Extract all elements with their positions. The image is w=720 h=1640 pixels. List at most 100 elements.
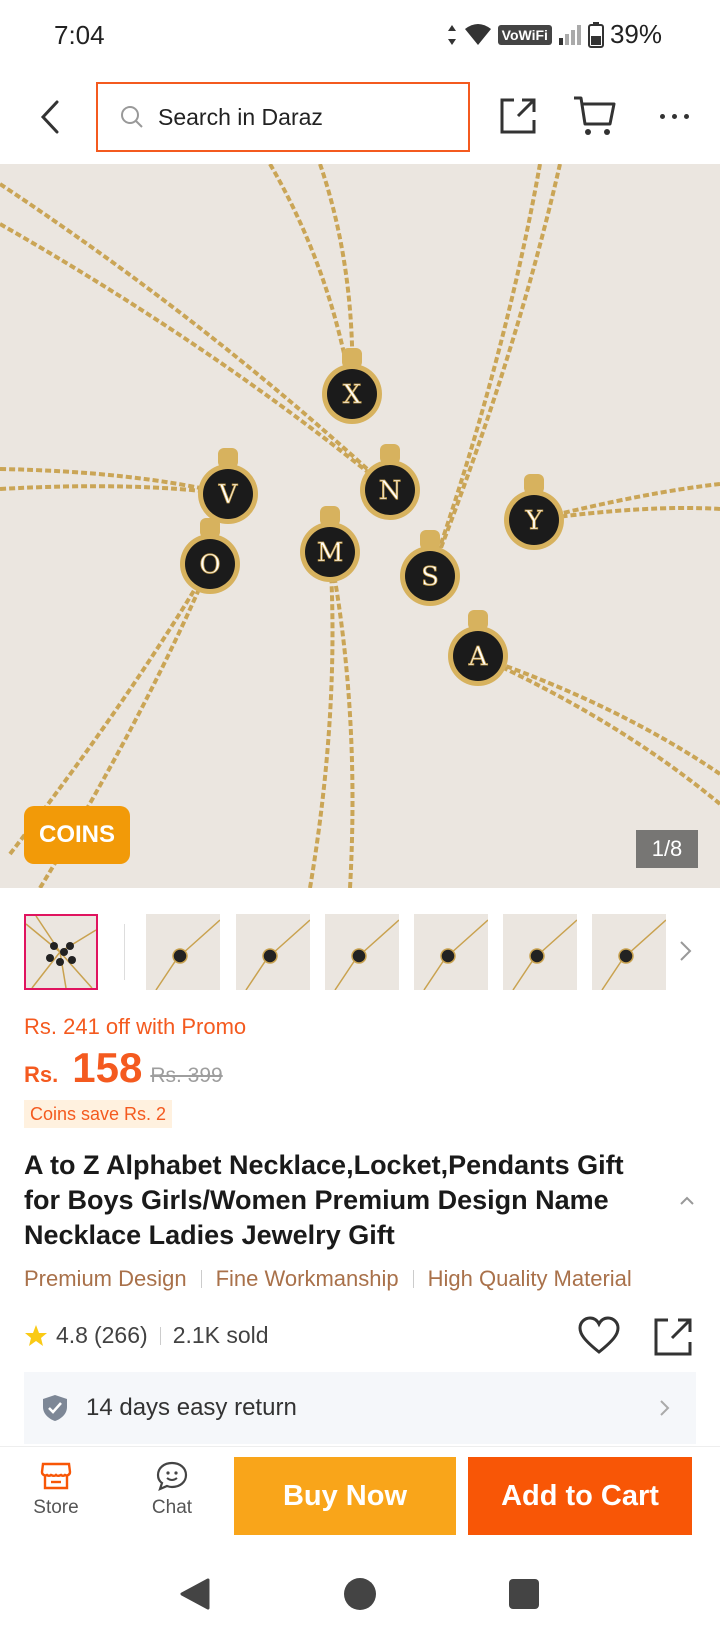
status-icons: VoWiFi 39% bbox=[446, 19, 662, 50]
battery-percent: 39% bbox=[609, 19, 662, 49]
coins-save-badge: Coins save Rs. 2 bbox=[24, 1100, 173, 1128]
letter-pendant: M bbox=[300, 506, 360, 582]
necklace-chain bbox=[477, 654, 720, 806]
search-icon bbox=[121, 106, 143, 128]
thumbnail-strip bbox=[0, 914, 720, 992]
heart-icon bbox=[578, 1316, 620, 1354]
letter-pendant: X bbox=[322, 348, 382, 424]
thumbnail-image bbox=[26, 916, 96, 988]
status-bar: 7:04 VoWiFi 39% bbox=[0, 0, 720, 72]
letter-pendant: N bbox=[360, 444, 420, 520]
tag-divider bbox=[200, 1270, 202, 1288]
thumbnail-image bbox=[245, 919, 310, 990]
nav-home-icon[interactable] bbox=[340, 1574, 380, 1614]
search-placeholder: Search in Daraz bbox=[158, 103, 323, 130]
system-nav-bar bbox=[0, 1548, 720, 1640]
price-row: Rs. 158 Rs. 399 bbox=[24, 1044, 223, 1092]
cell-signal-icon bbox=[558, 24, 581, 45]
current-price: 158 bbox=[72, 1044, 143, 1091]
share-icon bbox=[654, 1318, 692, 1356]
cart-icon bbox=[574, 96, 616, 135]
price-currency: Rs. bbox=[24, 1062, 59, 1087]
product-image: X V N Y O M S A bbox=[0, 164, 720, 888]
more-options-button[interactable] bbox=[652, 94, 696, 138]
chevron-up-icon[interactable] bbox=[676, 1190, 698, 1212]
thumbnail-image bbox=[601, 919, 666, 990]
thumbnail-7[interactable] bbox=[592, 914, 666, 990]
nav-back-icon[interactable] bbox=[174, 1574, 214, 1614]
signal-arrows-icon bbox=[447, 24, 456, 45]
thumbnail-divider bbox=[124, 924, 125, 980]
letter-pendant: V bbox=[198, 448, 258, 524]
svg-text:V: V bbox=[218, 480, 239, 510]
buy-now-button[interactable]: Buy Now bbox=[234, 1457, 456, 1535]
thumbnail-image bbox=[334, 919, 399, 990]
rating-divider bbox=[159, 1326, 161, 1345]
svg-text:O: O bbox=[199, 550, 220, 580]
svg-text:N: N bbox=[379, 476, 402, 506]
back-arrow-icon bbox=[40, 100, 59, 134]
share-icon bbox=[500, 98, 536, 134]
product-tags: Premium Design Fine Workmanship High Qua… bbox=[24, 1266, 714, 1292]
tag-item: Fine Workmanship bbox=[215, 1266, 399, 1291]
store-icon bbox=[40, 1462, 72, 1490]
necklace-chain bbox=[308, 551, 335, 888]
svg-text:X: X bbox=[343, 380, 362, 410]
tag-item: High Quality Material bbox=[427, 1266, 632, 1291]
necklace-chain bbox=[0, 222, 392, 492]
thumbnail-1[interactable] bbox=[24, 914, 98, 990]
original-price: Rs. 399 bbox=[150, 1064, 223, 1087]
letter-pendant: Y bbox=[504, 474, 564, 550]
chevron-right-icon bbox=[660, 1400, 670, 1416]
thumbnail-4[interactable] bbox=[325, 914, 399, 990]
chevron-right-icon[interactable] bbox=[676, 936, 696, 966]
cart-button[interactable] bbox=[572, 94, 618, 138]
nav-recents-icon[interactable] bbox=[504, 1574, 544, 1614]
thumbnail-3[interactable] bbox=[236, 914, 310, 990]
svg-text:A: A bbox=[468, 642, 489, 672]
add-to-cart-button[interactable]: Add to Cart bbox=[468, 1457, 692, 1535]
thumbnail-2[interactable] bbox=[146, 914, 220, 990]
coins-badge: COINS bbox=[24, 806, 130, 864]
thumbnail-image bbox=[512, 919, 577, 990]
wifi-icon bbox=[464, 23, 491, 45]
chat-button[interactable]: Chat bbox=[132, 1461, 212, 1537]
rating-value: 4.8 bbox=[56, 1322, 88, 1348]
return-policy-text: 14 days easy return bbox=[86, 1394, 297, 1421]
rating-row[interactable]: 4.8 (266) 2.1K sold bbox=[24, 1322, 269, 1349]
product-title: A to Z Alphabet Necklace,Locket,Pendants… bbox=[24, 1150, 624, 1250]
thumbnail-5[interactable] bbox=[414, 914, 488, 990]
tag-divider bbox=[412, 1270, 414, 1288]
svg-text:S: S bbox=[421, 562, 439, 592]
chat-label: Chat bbox=[151, 1497, 193, 1518]
share-button[interactable] bbox=[496, 94, 540, 138]
bottom-action-bar: Store Chat Buy Now Add to Cart bbox=[0, 1446, 720, 1548]
svg-text:Y: Y bbox=[524, 506, 543, 536]
star-icon bbox=[25, 1324, 47, 1346]
letter-pendant: A bbox=[448, 610, 508, 686]
search-input[interactable]: Search in Daraz bbox=[96, 82, 470, 152]
letter-pendant: O bbox=[180, 518, 240, 594]
status-time: 7:04 bbox=[54, 20, 105, 50]
wishlist-button[interactable] bbox=[578, 1316, 620, 1356]
thumbnail-image bbox=[155, 919, 220, 990]
thumbnail-6[interactable] bbox=[503, 914, 577, 990]
share-product-button[interactable] bbox=[652, 1316, 694, 1358]
back-button[interactable] bbox=[30, 92, 70, 142]
top-header: Search in Daraz bbox=[0, 72, 720, 164]
necklace-chain bbox=[268, 164, 354, 395]
sold-count: 2.1K sold bbox=[172, 1322, 269, 1348]
return-policy-row[interactable]: 14 days easy return bbox=[24, 1372, 696, 1444]
image-page-indicator: 1/8 bbox=[636, 830, 698, 868]
shield-check-icon bbox=[43, 1395, 67, 1421]
chat-icon bbox=[156, 1461, 188, 1491]
vowifi-label: VoWiFi bbox=[497, 24, 552, 45]
promo-text: Rs. 241 off with Promo bbox=[24, 1014, 247, 1039]
product-image-gallery[interactable]: X V N Y O M S A COINS 1/8 bbox=[0, 164, 720, 888]
review-count: (266) bbox=[93, 1322, 148, 1348]
battery-icon bbox=[587, 21, 604, 48]
thumbnail-image bbox=[423, 919, 488, 990]
store-button[interactable]: Store bbox=[16, 1461, 96, 1537]
svg-text:M: M bbox=[317, 538, 344, 568]
more-icon bbox=[659, 113, 665, 119]
